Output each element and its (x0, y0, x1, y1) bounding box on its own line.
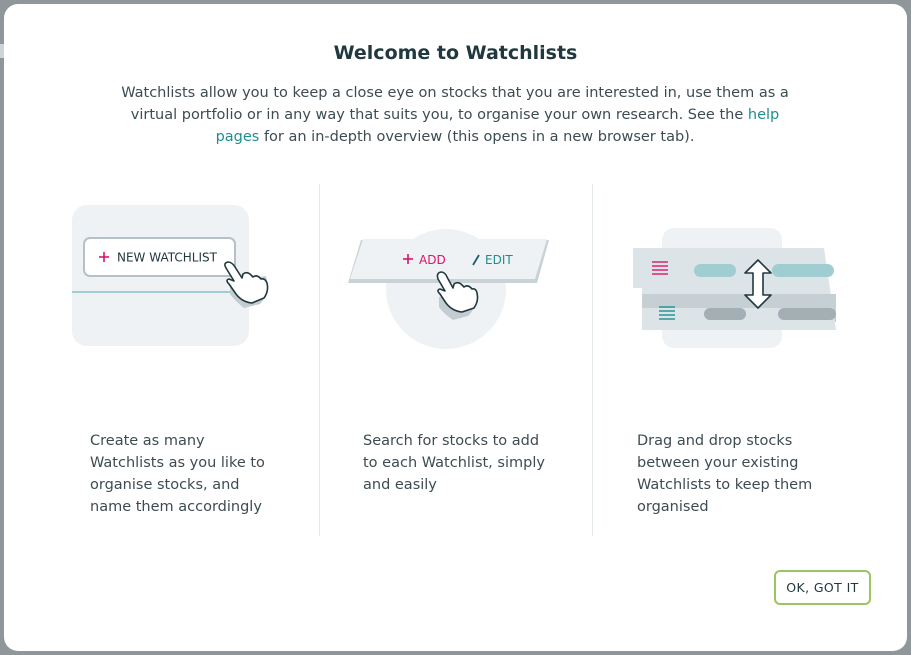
feature-create-watchlists: NEW WATCHLIST Create as many Watchlists … (68, 184, 318, 536)
column-divider (319, 184, 320, 536)
intro-text-start: Watchlists allow you to keep a close eye… (121, 85, 789, 123)
create-watchlist-illustration: NEW WATCHLIST (68, 184, 328, 384)
column-divider (592, 184, 593, 536)
welcome-modal: Welcome to Watchlists Watchlists allow y… (4, 4, 907, 651)
feature-add-stocks: ADD EDIT Search for stocks to add to eac… (342, 184, 592, 536)
drag-drop-text: Drag and drop stocks between your existi… (637, 433, 813, 515)
feature-drag-drop: Drag and drop stocks between your existi… (618, 184, 888, 536)
search-stocks-text: Search for stocks to add to each Watchli… (363, 433, 545, 493)
modal-title: Welcome to Watchlists (333, 42, 578, 64)
create-watchlists-text: Create as many Watchlists as you like to… (90, 433, 265, 515)
edit-label: EDIT (485, 253, 513, 267)
drag-drop-illustration (618, 184, 888, 384)
add-label: ADD (419, 253, 446, 267)
intro-text: Watchlists allow you to keep a close eye… (114, 82, 796, 148)
intro-text-end: for an in-depth overview (this opens in … (259, 129, 695, 145)
add-edit-illustration: ADD EDIT (342, 184, 602, 384)
new-watchlist-label: NEW WATCHLIST (117, 251, 218, 265)
ok-got-it-button[interactable]: OK, GOT IT (774, 570, 871, 605)
